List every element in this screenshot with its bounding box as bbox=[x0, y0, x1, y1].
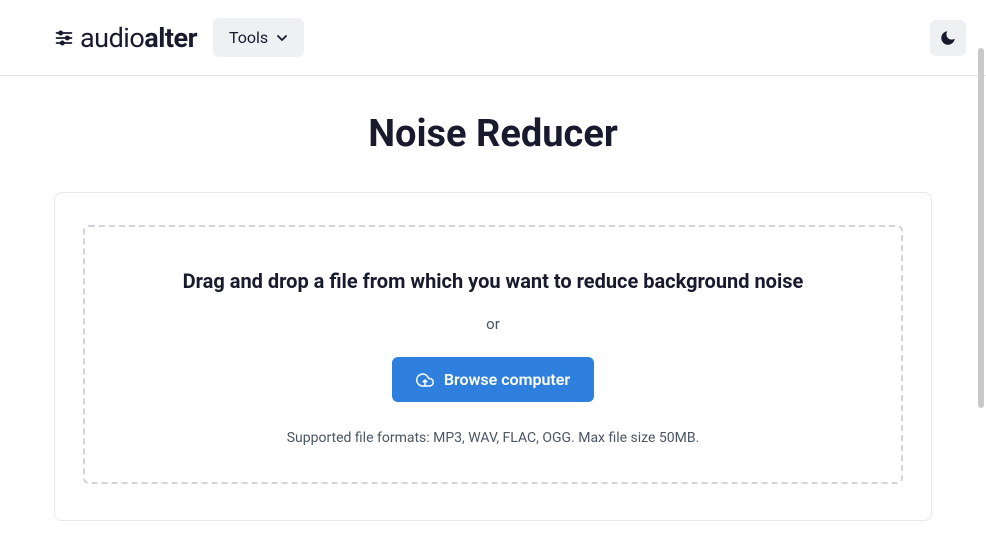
dropzone[interactable]: Drag and drop a file from which you want… bbox=[83, 225, 903, 484]
tools-dropdown[interactable]: Tools bbox=[213, 18, 304, 57]
scrollbar[interactable] bbox=[978, 0, 984, 538]
browse-computer-button[interactable]: Browse computer bbox=[392, 357, 594, 402]
tools-label: Tools bbox=[229, 28, 268, 47]
or-separator: or bbox=[105, 315, 881, 333]
logo-text: audioalter bbox=[80, 22, 197, 54]
moon-icon bbox=[939, 29, 957, 47]
main: Noise Reducer Drag and drop a file from … bbox=[0, 76, 986, 521]
sliders-icon bbox=[54, 28, 74, 48]
upload-card: Drag and drop a file from which you want… bbox=[54, 192, 932, 521]
scrollbar-thumb[interactable] bbox=[978, 48, 984, 408]
header-left: audioalter Tools bbox=[54, 18, 304, 57]
dark-mode-toggle[interactable] bbox=[930, 20, 966, 56]
logo[interactable]: audioalter bbox=[54, 22, 197, 54]
dropzone-heading: Drag and drop a file from which you want… bbox=[105, 269, 881, 293]
supported-formats-text: Supported file formats: MP3, WAV, FLAC, … bbox=[105, 430, 881, 446]
chevron-down-icon bbox=[276, 32, 288, 44]
browse-label: Browse computer bbox=[444, 370, 570, 389]
page-title: Noise Reducer bbox=[54, 112, 932, 156]
cloud-upload-icon bbox=[416, 371, 434, 389]
header: audioalter Tools bbox=[0, 0, 986, 76]
